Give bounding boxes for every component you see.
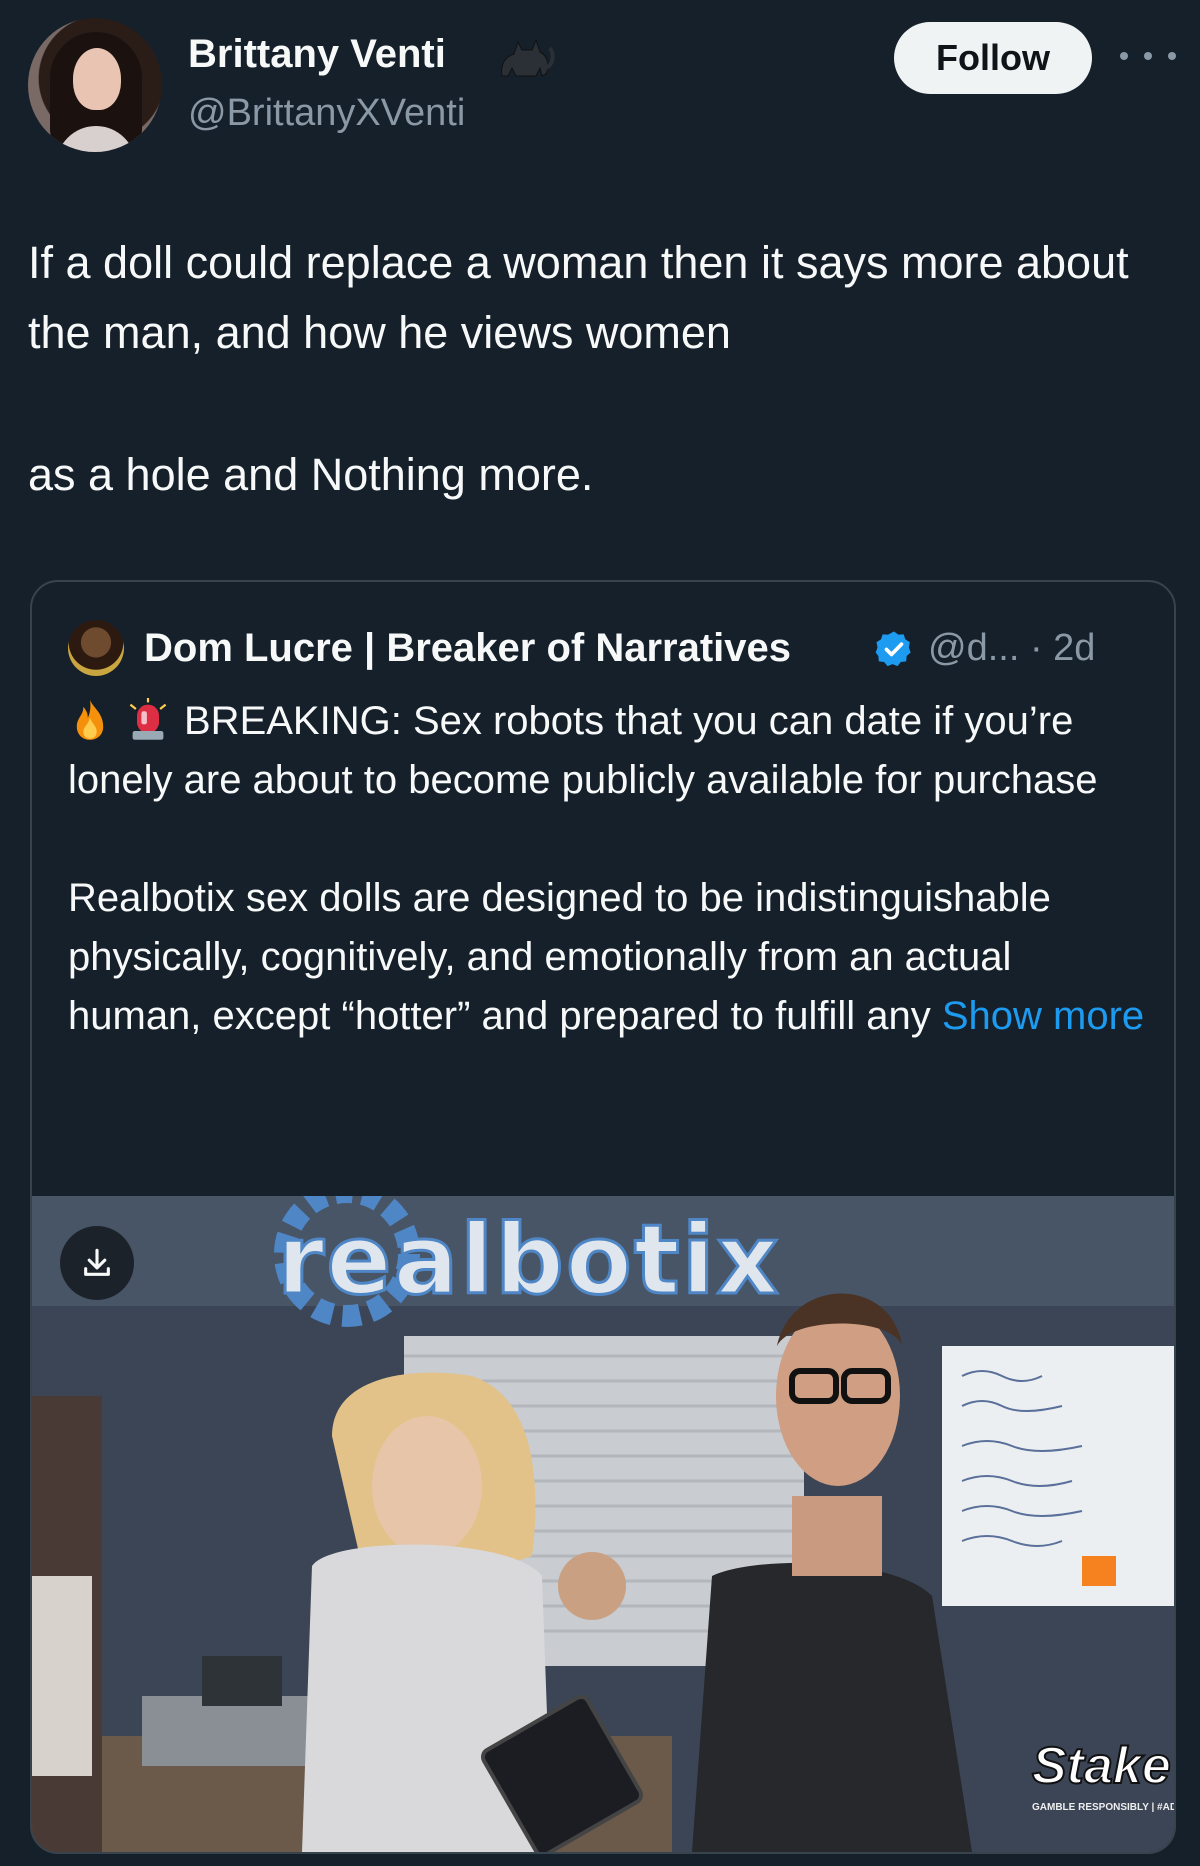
download-arrow-icon bbox=[84, 1248, 110, 1276]
follow-button[interactable]: Follow bbox=[894, 22, 1092, 94]
quoted-paragraph-1: BREAKING: Sex robots that you can date i… bbox=[68, 692, 1148, 810]
quoted-tweet-card[interactable]: Dom Lucre | Breaker of Narratives @d... … bbox=[30, 580, 1176, 1854]
fire-emoji-icon bbox=[76, 700, 104, 740]
quoted-paragraph-2-text: Realbotix sex dolls are designed to be i… bbox=[68, 876, 1051, 1038]
author-display-name[interactable]: Brittany Venti bbox=[188, 30, 446, 78]
dot bbox=[1120, 52, 1128, 60]
quoted-paragraph-2: Realbotix sex dolls are designed to be i… bbox=[68, 869, 1148, 1046]
quoted-author-display-name[interactable]: Dom Lucre | Breaker of Narratives bbox=[144, 622, 791, 674]
stake-ad-logo: Stake bbox=[1031, 1736, 1172, 1796]
stake-ad-subtext: GAMBLE RESPONSIBLY | #AD bbox=[1032, 1802, 1174, 1813]
author-handle[interactable]: @BrittanyXVenti bbox=[188, 90, 465, 136]
dot bbox=[1168, 52, 1176, 60]
verified-badge-icon bbox=[875, 631, 911, 667]
realbotix-logo: realbotix bbox=[276, 1203, 781, 1318]
quoted-paragraph-1-text: BREAKING: Sex robots that you can date i… bbox=[68, 699, 1098, 802]
quoted-handle-and-time[interactable]: @d... · 2d bbox=[928, 622, 1095, 674]
avatar-face bbox=[73, 48, 121, 110]
quoted-author-avatar[interactable] bbox=[68, 620, 124, 676]
dot bbox=[1144, 52, 1152, 60]
tweet-text: If a doll could replace a woman then it … bbox=[28, 228, 1178, 510]
black-cat-emoji-icon bbox=[501, 38, 555, 77]
tweet-paragraph-2: as a hole and Nothing more. bbox=[28, 449, 594, 500]
show-more-link[interactable]: Show more bbox=[942, 994, 1144, 1038]
author-avatar[interactable] bbox=[28, 18, 162, 152]
download-icon[interactable] bbox=[60, 1226, 134, 1300]
quoted-tweet-text: BREAKING: Sex robots that you can date i… bbox=[68, 692, 1148, 1046]
more-dots-icon[interactable] bbox=[1120, 40, 1176, 72]
police-light-emoji-icon bbox=[129, 698, 167, 740]
quoted-video-media[interactable]: realbotix Stake GAMBLE RESPONSIBLY | #AD bbox=[32, 1196, 1174, 1852]
tweet-header: Brittany Venti @BrittanyXVenti Follow bbox=[0, 0, 1200, 170]
tweet-paragraph-1: If a doll could replace a woman then it … bbox=[28, 237, 1129, 358]
